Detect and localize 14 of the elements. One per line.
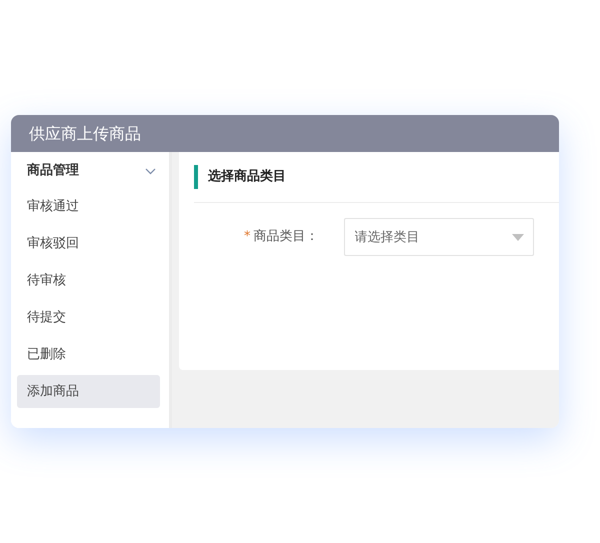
dropdown-icon [512,234,524,241]
menu-item[interactable]: 已删除 [17,338,160,371]
section-title: 选择商品类目 [208,168,286,186]
field-label: 商品类目： [254,228,320,246]
menu-group-header[interactable]: 商品管理 [17,152,160,190]
menu-item[interactable]: 待提交 [17,301,160,334]
menu-item[interactable]: 添加商品 [17,375,160,408]
menu-item[interactable]: 待审核 [17,264,160,297]
required-mark: * [244,228,250,246]
menu-item[interactable]: 审核驳回 [17,227,160,260]
menu-item[interactable]: 审核通过 [17,190,160,223]
window-title: 供应商上传商品 [11,115,559,152]
category-select[interactable]: 请选择类目 [344,218,534,256]
accent-bar [194,165,198,189]
